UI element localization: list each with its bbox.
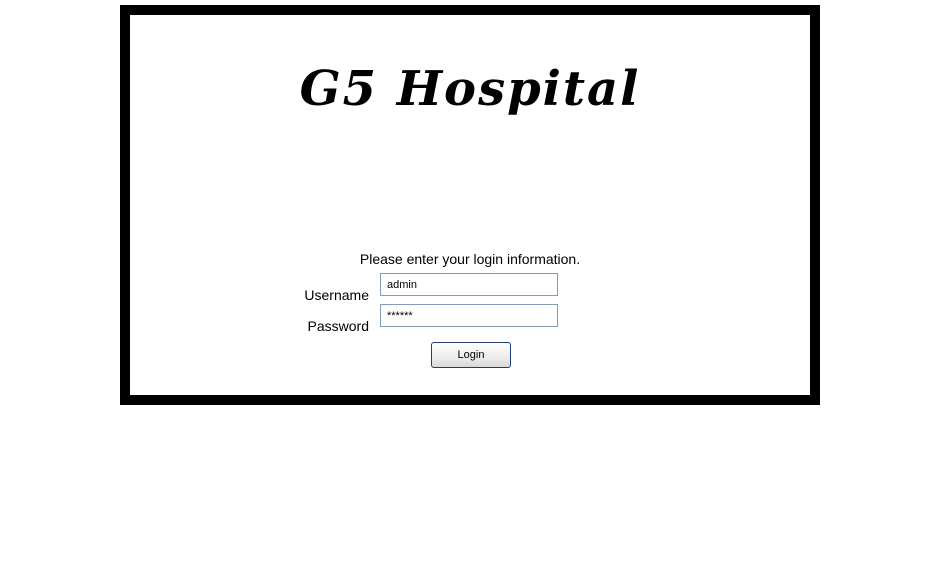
login-panel: G5 Hospital Please enter your login info… [130,15,810,395]
login-frame: G5 Hospital Please enter your login info… [120,5,820,405]
login-instructions: Please enter your login information. [359,251,581,267]
password-input[interactable] [380,304,558,327]
login-button[interactable]: Login [431,342,511,368]
hospital-logo-title: G5 Hospital [299,61,641,117]
username-input[interactable] [380,273,558,296]
username-label: Username [304,287,369,303]
password-label: Password [307,318,369,334]
